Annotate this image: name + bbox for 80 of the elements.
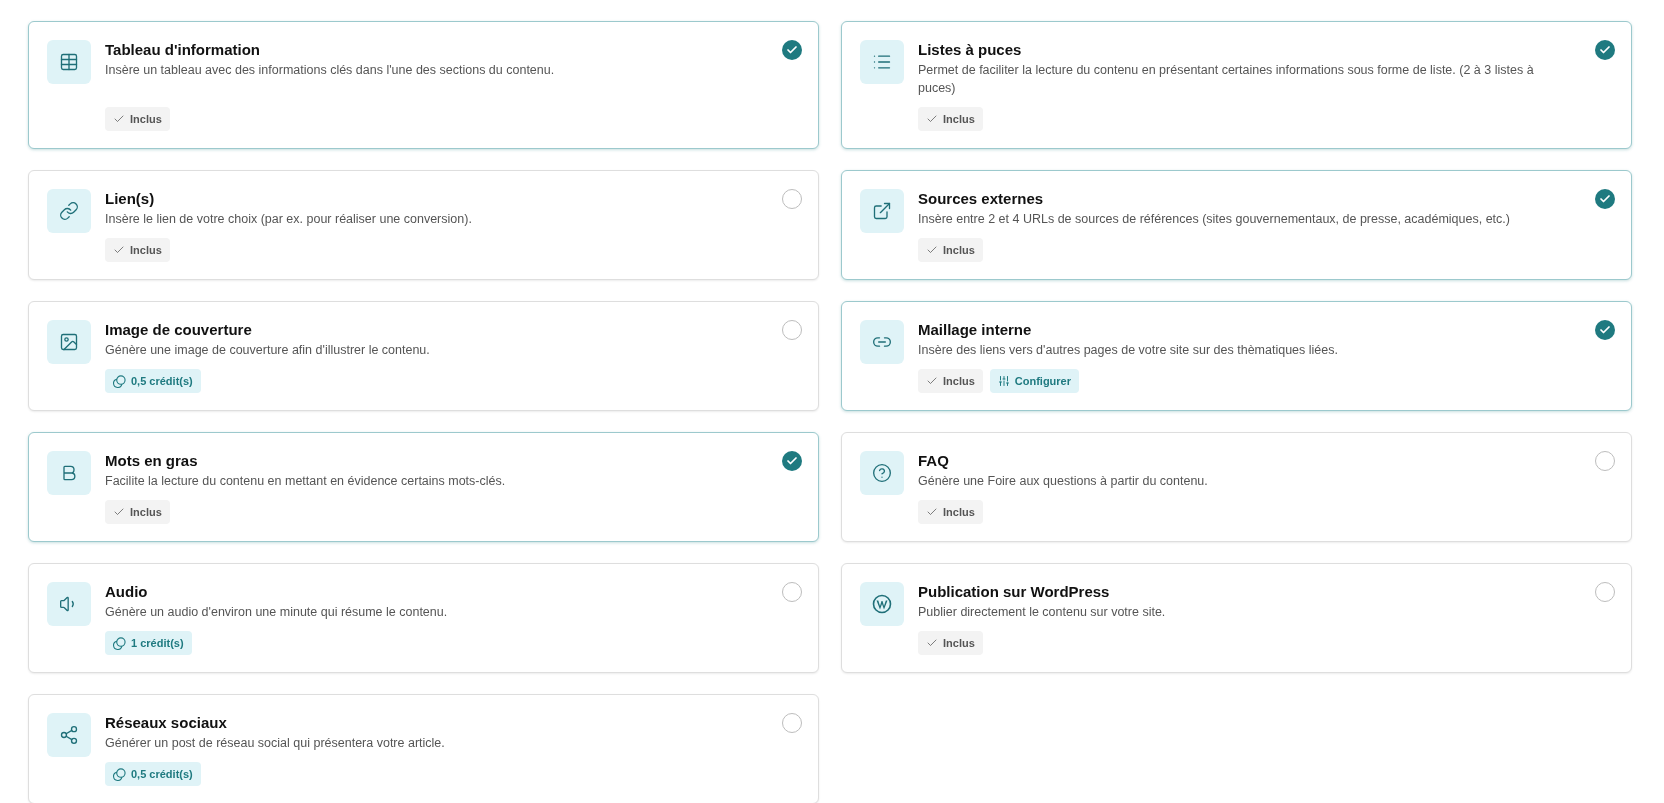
coins-icon [113, 636, 126, 650]
credit-badge: 0,5 crédit(s) [105, 369, 201, 393]
check-icon [1599, 44, 1611, 56]
credit-badge: 1 crédit(s) [105, 631, 192, 655]
option-description: Insère des liens vers d'autres pages de votre site sur des thèmatiques liées. [918, 342, 1339, 359]
option-card[interactable]: Tableau d'information Insère un tableau avec des informations clés dans l'une des sections du contenu. Inclus [28, 21, 819, 149]
check-icon [1599, 193, 1611, 205]
unchecked-circle[interactable] [782, 713, 802, 733]
included-badge: Inclus [918, 631, 983, 655]
checked-circle[interactable] [1595, 40, 1615, 60]
check-icon [786, 455, 798, 467]
unchecked-circle[interactable] [782, 189, 802, 209]
option-card[interactable]: FAQ Génère une Foire aux questions à partir du contenu. Inclus [841, 432, 1632, 542]
option-title: Audio [105, 582, 149, 602]
option-description: Insère entre 2 et 4 URLs de sources de références (sites gouvernementaux, de presse, académiques, etc.) [918, 211, 1511, 228]
option-card[interactable]: Réseaux sociaux Générer un post de réseau social qui présentera votre article. 0,5 crédit(s) [28, 694, 819, 803]
option-description: Générer un post de réseau social qui présentera votre article. [105, 735, 446, 752]
included-badge: Inclus [918, 107, 983, 131]
option-description: Génère une Foire aux questions à partir du contenu. [918, 473, 1209, 490]
included-badge: Inclus [918, 238, 983, 262]
option-description: Facilite la lecture du contenu en mettant en évidence certains mots-clés. [105, 473, 507, 490]
option-title: Lien(s) [105, 189, 156, 209]
check-icon [926, 506, 938, 518]
option-description: Permet de faciliter la lecture du contenu en présentant certaines informations sous forme de liste. (2 à 3 listes à puces) [918, 62, 1535, 97]
option-card[interactable]: Mots en gras Facilite la lecture du contenu en mettant en évidence certains mots-clés. Inclus [28, 432, 819, 542]
unchecked-circle[interactable] [782, 582, 802, 602]
help-icon [872, 463, 892, 483]
option-description: Publier directement le contenu sur votre site. [918, 604, 1167, 621]
checked-circle[interactable] [782, 40, 802, 60]
table-icon [59, 52, 79, 72]
option-description: Insère le lien de votre choix (par ex. pour réaliser une conversion). [105, 211, 473, 228]
check-icon [113, 506, 125, 518]
coins-icon [113, 374, 126, 388]
unchecked-circle[interactable] [782, 320, 802, 340]
check-icon [926, 637, 938, 649]
link-icon [59, 201, 79, 221]
check-icon [113, 244, 125, 256]
option-title: Sources externes [918, 189, 1045, 209]
included-badge: Inclus [105, 238, 170, 262]
option-card[interactable]: Image de couverture Génère une image de couverture afin d'illustrer le contenu. 0,5 crédit(s) [28, 301, 819, 411]
check-icon [926, 375, 938, 387]
option-title: Publication sur WordPress [918, 582, 1111, 602]
option-card[interactable]: Listes à puces Permet de faciliter la lecture du contenu en présentant certaines informations sous forme de liste. (2 à 3 listes à puces) Inclus [841, 21, 1632, 149]
image-icon [59, 332, 79, 352]
unchecked-circle[interactable] [1595, 582, 1615, 602]
external-link-icon [872, 201, 892, 221]
included-badge: Inclus [918, 369, 983, 393]
check-icon [1599, 324, 1611, 336]
share-icon [59, 725, 79, 745]
checked-circle[interactable] [782, 451, 802, 471]
included-badge: Inclus [918, 500, 983, 524]
option-title: Maillage interne [918, 320, 1033, 340]
option-title: Listes à puces [918, 40, 1023, 60]
included-badge: Inclus [105, 107, 170, 131]
option-title: Mots en gras [105, 451, 199, 471]
check-icon [926, 244, 938, 256]
option-description: Génère un audio d'environ une minute qui résume le contenu. [105, 604, 449, 621]
checked-circle[interactable] [1595, 189, 1615, 209]
option-title: Réseaux sociaux [105, 713, 228, 733]
included-badge: Inclus [105, 500, 170, 524]
option-card[interactable]: Publication sur WordPress Publier directement le contenu sur votre site. Inclus [841, 563, 1632, 673]
check-icon [113, 113, 125, 125]
configure-button[interactable]: Configurer [989, 369, 1080, 393]
option-description: Insère un tableau avec des informations clés dans l'une des sections du contenu. [105, 62, 556, 79]
coins-icon [113, 767, 126, 781]
option-title: Image de couverture [105, 320, 253, 340]
sliders-icon [997, 375, 1010, 387]
wordpress-icon [872, 594, 892, 614]
check-icon [786, 44, 798, 56]
option-card[interactable]: Audio Génère un audio d'environ une minute qui résume le contenu. 1 crédit(s) [28, 563, 819, 673]
option-title: Tableau d'information [105, 40, 261, 60]
check-icon [926, 113, 938, 125]
option-card[interactable]: Maillage interne Insère des liens vers d'autres pages de votre site sur des thèmatiques liées. Inclus Configurer [841, 301, 1632, 411]
option-card[interactable]: Lien(s) Insère le lien de votre choix (par ex. pour réaliser une conversion). Inclus [28, 170, 819, 280]
option-card[interactable]: Sources externes Insère entre 2 et 4 URLs de sources de références (sites gouvernementaux, de presse, académiques, etc.) Inclus [841, 170, 1632, 280]
checked-circle[interactable] [1595, 320, 1615, 340]
option-title: FAQ [918, 451, 950, 471]
option-description: Génère une image de couverture afin d'illustrer le contenu. [105, 342, 431, 359]
credit-badge: 0,5 crédit(s) [105, 762, 201, 786]
unchecked-circle[interactable] [1595, 451, 1615, 471]
